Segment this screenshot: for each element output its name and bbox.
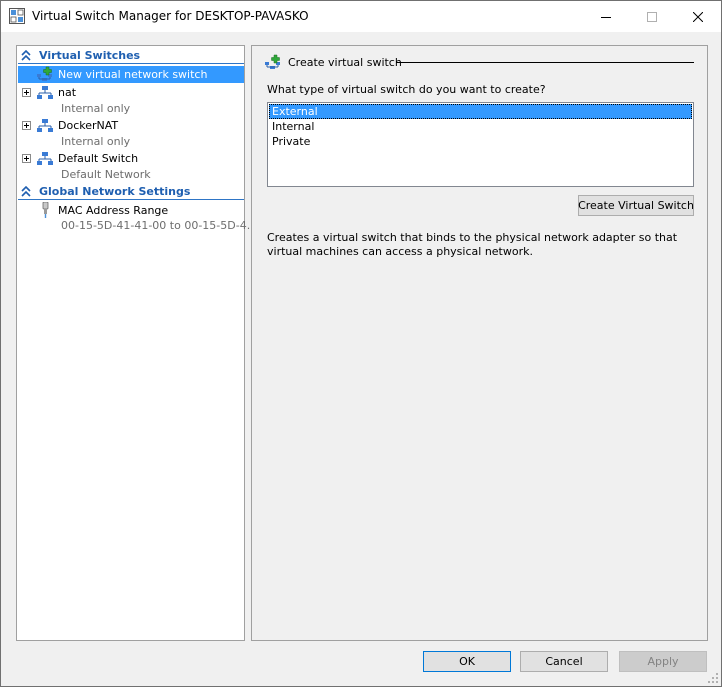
- network-switch-icon: [37, 86, 53, 99]
- virtual-switch-manager-icon: [9, 8, 25, 24]
- mac-address-icon: [42, 202, 49, 218]
- collapse-chevron-icon: [21, 186, 31, 197]
- collapse-chevron-icon: [21, 50, 31, 61]
- tree-item-new-virtual-switch[interactable]: New virtual network switch: [18, 66, 244, 83]
- new-switch-icon: [37, 66, 52, 81]
- switch-type-option-internal[interactable]: Internal: [269, 119, 692, 134]
- panel-title: Create virtual switch: [288, 56, 402, 69]
- tree-item-default-switch[interactable]: Default Switch: [18, 150, 244, 167]
- new-switch-icon: [265, 54, 280, 69]
- tree-item-label: MAC Address Range: [58, 204, 169, 217]
- switch-type-listbox[interactable]: External Internal Private: [267, 102, 694, 187]
- tree-item-dockernat[interactable]: DockerNAT: [18, 117, 244, 134]
- tree-item-label: Default Switch: [58, 152, 139, 165]
- expand-icon[interactable]: [22, 154, 31, 163]
- tree-item-label: nat: [58, 86, 77, 99]
- resize-grip-icon[interactable]: [707, 672, 719, 684]
- switch-type-option-external[interactable]: External: [269, 104, 692, 119]
- details-panel: Create virtual switch What type of virtu…: [251, 45, 708, 641]
- maximize-button[interactable]: [629, 1, 675, 32]
- maximize-icon: [647, 11, 657, 22]
- close-icon: [693, 11, 703, 22]
- switch-type-option-private[interactable]: Private: [269, 134, 692, 149]
- title-divider: [396, 62, 694, 63]
- tree-item-nat[interactable]: nat: [18, 84, 244, 101]
- expand-icon[interactable]: [22, 121, 31, 130]
- expand-icon[interactable]: [22, 88, 31, 97]
- switch-type-question: What type of virtual switch do you want …: [267, 83, 546, 96]
- tree-item-label: DockerNAT: [58, 119, 119, 132]
- network-switch-icon: [37, 152, 53, 165]
- navigation-tree: Virtual Switches New virtual network swi…: [16, 45, 257, 641]
- global-network-settings-header[interactable]: Global Network Settings: [18, 183, 244, 200]
- virtual-switches-header[interactable]: Virtual Switches: [18, 47, 244, 64]
- virtual-switch-manager-window: Virtual Switch Manager for DESKTOP-PAVAS…: [0, 0, 722, 687]
- title-bar[interactable]: Virtual Switch Manager for DESKTOP-PAVAS…: [1, 1, 721, 32]
- virtual-switches-header-label: Virtual Switches: [39, 49, 141, 62]
- cancel-button[interactable]: Cancel: [520, 651, 608, 672]
- create-virtual-switch-button[interactable]: Create Virtual Switch: [578, 195, 694, 216]
- tree-item-label: New virtual network switch: [58, 68, 208, 81]
- tree-item-sublabel: 00-15-5D-41-41-00 to 00-15-5D-4...: [61, 219, 258, 232]
- minimize-icon: [601, 16, 611, 18]
- close-button[interactable]: [675, 1, 721, 32]
- window-title: Virtual Switch Manager for DESKTOP-PAVAS…: [32, 9, 309, 23]
- minimize-button[interactable]: [583, 1, 629, 32]
- global-network-settings-label: Global Network Settings: [39, 185, 191, 198]
- tree-item-sublabel: Internal only: [61, 135, 131, 148]
- ok-button[interactable]: OK: [423, 651, 511, 672]
- apply-button[interactable]: Apply: [619, 651, 707, 672]
- tree-item-sublabel: Internal only: [61, 102, 131, 115]
- tree-item-sublabel: Default Network: [61, 168, 151, 181]
- switch-type-description: Creates a virtual switch that binds to t…: [267, 231, 678, 258]
- tree-item-mac-address-range[interactable]: MAC Address Range: [18, 202, 244, 219]
- network-switch-icon: [37, 119, 53, 132]
